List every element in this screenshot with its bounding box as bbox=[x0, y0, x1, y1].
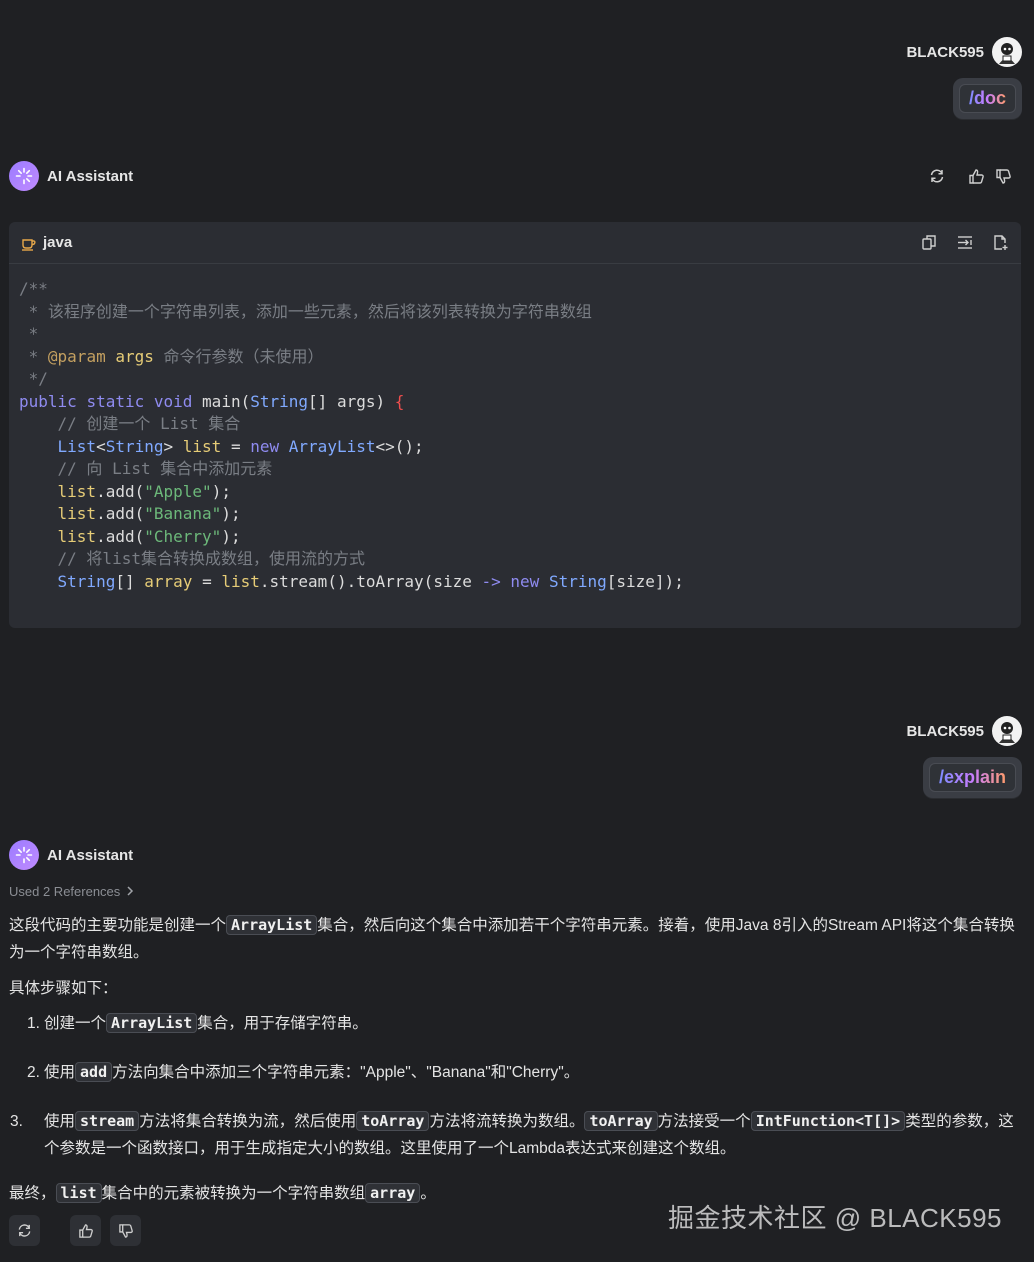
code-line: String[] array = list.stream().toArray(s… bbox=[57, 571, 684, 591]
code-line: // 创建一个 List 集合 bbox=[19, 414, 241, 433]
insert-at-caret-icon[interactable] bbox=[956, 234, 974, 251]
references-label: Used 2 References bbox=[9, 884, 121, 899]
step-text: 使用 bbox=[44, 1113, 76, 1130]
command-chip[interactable]: /doc bbox=[958, 84, 1016, 113]
final-text-a: 最终， bbox=[9, 1185, 56, 1202]
inline-code: IntFunction<T[]> bbox=[750, 1111, 906, 1131]
code-line: // 将list集合转换成数组，使用流的方式 bbox=[19, 549, 365, 568]
intro-text-a: 这段代码的主要功能是创建一个 bbox=[9, 917, 227, 934]
step-text: 方法将集合转换为流，然后使用 bbox=[139, 1113, 357, 1130]
step-text: 方法将流转换为数组。 bbox=[429, 1113, 585, 1130]
code-line: list.add("Cherry"); bbox=[57, 526, 241, 546]
final-text-b: 集合中的元素被转换为一个字符串数组 bbox=[101, 1185, 366, 1202]
code-line: List<String> list = new ArrayList<>(); bbox=[57, 436, 424, 456]
user-header-1: BLACK595 bbox=[906, 37, 1022, 67]
thumbs-down-icon bbox=[118, 1223, 133, 1238]
code-line: * bbox=[19, 324, 39, 343]
inline-code: ArrayList bbox=[226, 915, 318, 935]
assistant-header-2: AI Assistant bbox=[9, 840, 133, 870]
message-actions-2 bbox=[9, 1215, 150, 1246]
new-file-icon[interactable] bbox=[992, 234, 1009, 251]
command-chip[interactable]: /explain bbox=[928, 763, 1016, 792]
code-line: list.add("Apple"); bbox=[57, 481, 231, 501]
intro-paragraph: 这段代码的主要功能是创建一个 ArrayList 集合，然后向这个集合中添加若干个字… bbox=[9, 912, 1024, 966]
inline-code: toArray bbox=[356, 1111, 430, 1131]
code-line: * 该程序创建一个字符串列表，添加一些元素，然后将该列表转换为字符串数组 bbox=[19, 301, 592, 321]
list-item: 1. 创建一个 ArrayList 集合，用于存储字符串。 bbox=[27, 1010, 1022, 1037]
inline-code: ArrayList bbox=[106, 1013, 198, 1033]
coffee-cup-icon bbox=[21, 235, 37, 251]
thumbs-up-icon bbox=[78, 1223, 93, 1238]
message-actions-1 bbox=[928, 167, 1012, 185]
user-name: BLACK595 bbox=[906, 43, 984, 61]
step-text: 方法向集合中添加三个字符串元素："Apple"、"Banana"和"Cherry… bbox=[112, 1064, 580, 1081]
user-avatar bbox=[992, 37, 1022, 67]
assistant-avatar-icon bbox=[9, 161, 39, 191]
user-avatar bbox=[992, 716, 1022, 746]
thumbs-up-button[interactable] bbox=[70, 1215, 101, 1246]
chevron-right-icon bbox=[126, 884, 134, 899]
regenerate-icon[interactable] bbox=[928, 167, 946, 185]
inline-code: toArray bbox=[584, 1111, 658, 1131]
user-name: BLACK595 bbox=[906, 722, 984, 740]
thumbs-up-icon[interactable] bbox=[968, 168, 985, 185]
inline-code: array bbox=[365, 1183, 421, 1203]
thumbs-down-button[interactable] bbox=[110, 1215, 141, 1246]
code-content: /** * 该程序创建一个字符串列表，添加一些元素，然后将该列表转换为字符串数组… bbox=[9, 264, 1021, 607]
regenerate-icon bbox=[18, 1224, 31, 1237]
references-toggle[interactable]: Used 2 References bbox=[9, 884, 134, 899]
step-text: 方法接受一个 bbox=[657, 1113, 751, 1130]
avatar-icon bbox=[999, 43, 1015, 64]
step-text: 集合，用于存储字符串。 bbox=[197, 1015, 368, 1032]
user-header-2: BLACK595 bbox=[906, 716, 1022, 746]
inline-code: list bbox=[55, 1183, 102, 1203]
assistant-header-1: AI Assistant bbox=[9, 161, 133, 191]
regenerate-button[interactable] bbox=[9, 1215, 40, 1246]
list-number: 1. bbox=[27, 1015, 40, 1032]
user-message-1: /doc bbox=[952, 78, 1022, 119]
copy-icon[interactable] bbox=[921, 234, 938, 251]
code-language: java bbox=[43, 234, 73, 251]
assistant-name: AI Assistant bbox=[47, 167, 134, 185]
list-item: 2. 使用 add 方法向集合中添加三个字符串元素："Apple"、"Banana"和… bbox=[27, 1059, 1022, 1086]
code-block: java /** * 该程序创建一个字符串列表，添加一些元素，然后将该列表转换为… bbox=[9, 222, 1021, 628]
list-number: 2. bbox=[27, 1064, 40, 1081]
assistant-avatar-icon bbox=[9, 840, 39, 870]
code-line: // 向 List 集合中添加元素 bbox=[19, 459, 273, 478]
step-text: 创建一个 bbox=[44, 1015, 107, 1032]
code-line: * @param args 命令行参数（未使用） bbox=[19, 346, 324, 366]
code-line: list.add("Banana"); bbox=[57, 504, 241, 523]
inline-code: add bbox=[75, 1062, 113, 1082]
final-text-c: 。 bbox=[420, 1185, 436, 1202]
inline-code: stream bbox=[75, 1111, 140, 1131]
code-line: */ bbox=[19, 369, 48, 388]
list-item: 3. 使用 stream 方法将集合转换为流，然后使用 toArray 方法将流转换为数组… bbox=[10, 1108, 1022, 1162]
watermark: 掘金技术社区 @ BLACK595 bbox=[668, 1203, 1002, 1233]
command-text: /explain bbox=[938, 767, 1006, 787]
avatar-icon bbox=[999, 722, 1015, 743]
code-line: public static void main(String[] args) { bbox=[19, 391, 405, 411]
code-block-header: java bbox=[9, 222, 1021, 264]
command-text: /doc bbox=[968, 88, 1006, 108]
step-text: 使用 bbox=[44, 1064, 76, 1081]
steps-heading: 具体步骤如下： bbox=[9, 980, 118, 997]
list-number: 3. bbox=[10, 1113, 23, 1130]
thumbs-down-icon[interactable] bbox=[995, 168, 1012, 185]
code-line: /** bbox=[19, 279, 48, 298]
user-message-2: /explain bbox=[922, 757, 1022, 798]
assistant-name: AI Assistant bbox=[47, 846, 134, 864]
